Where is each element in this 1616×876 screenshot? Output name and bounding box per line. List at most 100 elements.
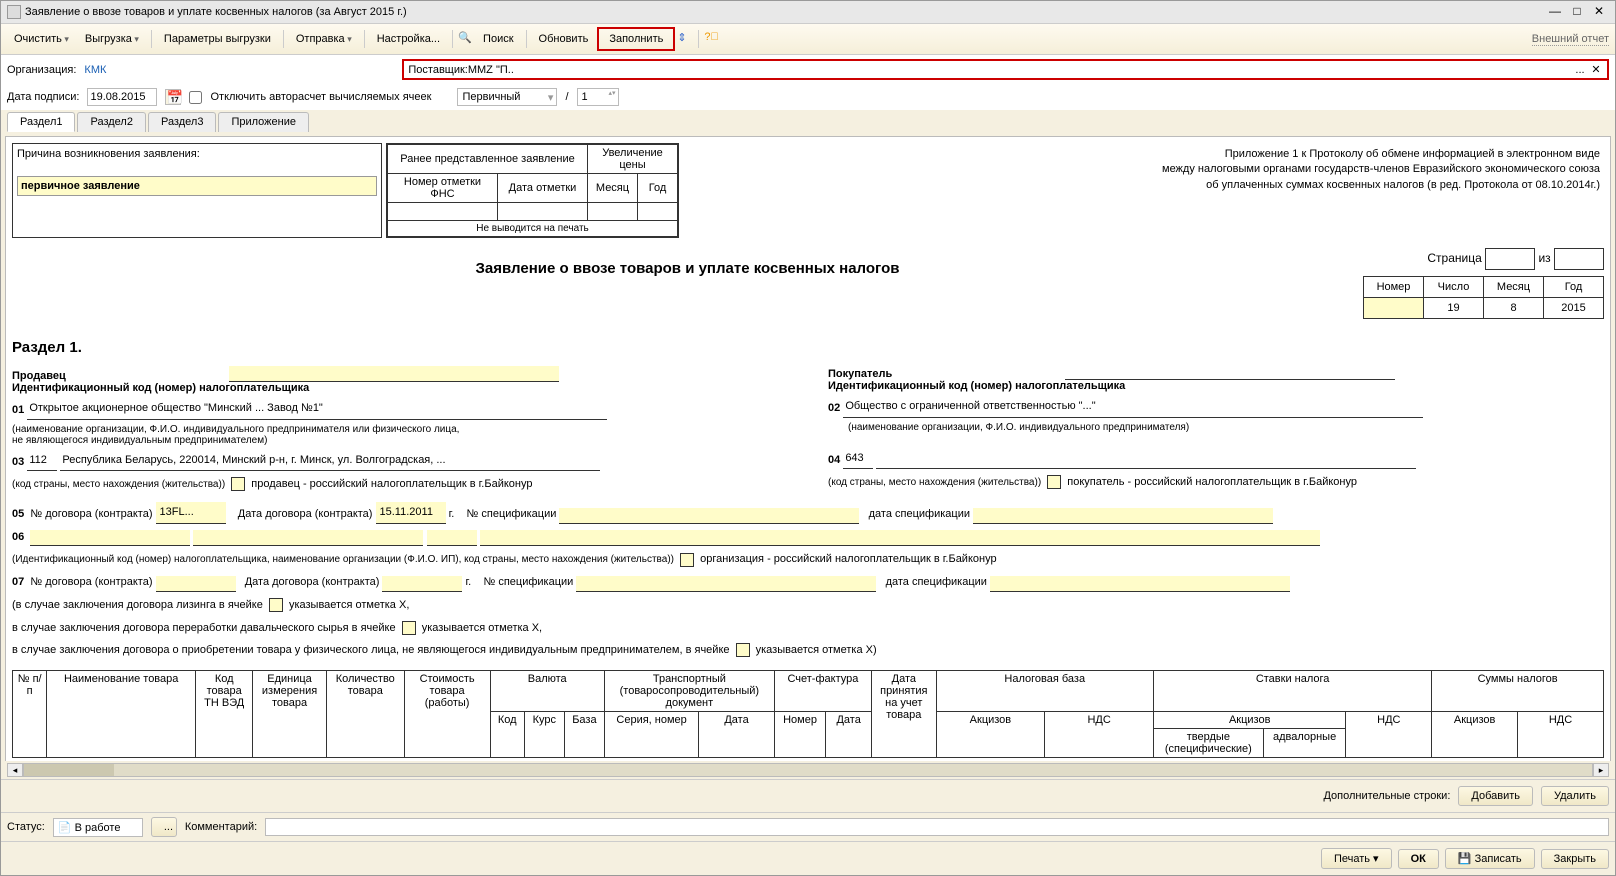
l03-addr[interactable]: Республика Беларусь, 220014, Минский р-н… — [60, 450, 600, 472]
scroll-right-button[interactable]: ▸ — [1593, 763, 1609, 777]
kind-select[interactable]: Первичный — [457, 88, 557, 106]
l07-spec-num[interactable] — [576, 576, 876, 592]
print-button[interactable]: Печать ▾ — [1321, 848, 1392, 869]
seller-id-field[interactable] — [229, 366, 559, 382]
year-cell[interactable] — [638, 203, 678, 221]
l07-contract-date[interactable] — [382, 576, 462, 592]
reason-box: Причина возникновения заявления: первичн… — [12, 143, 382, 238]
l07-contract-num[interactable] — [156, 576, 236, 592]
page-info: Страница из Номер Число Месяц Год 19 — [1363, 248, 1604, 319]
supplier-field-wrap: Поставщик: ... ✕ — [402, 59, 1609, 80]
help-icon[interactable]: ?⃝ — [704, 31, 720, 47]
num-cell[interactable] — [1364, 298, 1424, 319]
add-line-button[interactable]: Добавить — [1458, 786, 1533, 806]
supplier-lookup-button[interactable]: ... — [1571, 64, 1589, 76]
autocalc-checkbox[interactable] — [189, 91, 202, 104]
contract-date-field[interactable]: 15.11.2011 — [376, 502, 446, 524]
contract-num-field[interactable]: 13FL... — [156, 502, 226, 524]
search-icon[interactable]: 🔍 — [458, 31, 474, 47]
month-cell2[interactable]: 8 — [1484, 298, 1544, 319]
line01-field[interactable]: Открытое акционерное общество "Минский .… — [27, 398, 607, 420]
num-stepper[interactable]: 1 — [577, 88, 619, 106]
autocalc-label: Отключить авторасчет вычисляемых ячеек — [210, 91, 431, 103]
appendix-text: Приложение 1 к Протоколу об обмене инфор… — [683, 143, 1604, 238]
l07-spec-date[interactable] — [990, 576, 1290, 592]
previous-app-box: Ранее представленное заявление Увеличени… — [386, 143, 679, 238]
minimize-button[interactable]: — — [1545, 4, 1565, 20]
tab-appendix[interactable]: Приложение — [218, 112, 309, 132]
reason-value[interactable]: первичное заявление — [17, 176, 377, 196]
unload-params-button[interactable]: Параметры выгрузки — [157, 29, 278, 49]
buyer-id-field[interactable] — [1065, 366, 1395, 380]
sign-date-label: Дата подписи: — [7, 91, 79, 103]
sign-date-input[interactable] — [87, 88, 157, 106]
separator — [151, 30, 152, 48]
fill-button[interactable]: Заполнить — [597, 27, 675, 51]
l04-addr[interactable] — [876, 455, 1416, 469]
mark-date-cell[interactable] — [498, 203, 588, 221]
extra-lines-label: Дополнительные строки: — [1323, 790, 1450, 802]
external-report-link[interactable]: Внешний отчет — [1532, 33, 1609, 46]
l06-f1[interactable] — [30, 530, 190, 546]
buyer-baikonur-checkbox[interactable] — [1047, 475, 1061, 489]
window-title: Заявление о ввозе товаров и уплате косве… — [25, 6, 1545, 18]
calendar-button[interactable]: 📅 — [165, 89, 181, 105]
org-value: КМК — [84, 64, 106, 76]
processing-checkbox[interactable] — [402, 621, 416, 635]
settings-button[interactable]: Настройка... — [370, 29, 447, 49]
l06-f2[interactable] — [193, 530, 423, 546]
tabs: Раздел1 Раздел2 Раздел3 Приложение — [1, 110, 1615, 132]
fns-cell[interactable] — [388, 203, 498, 221]
tab-section3[interactable]: Раздел3 — [148, 112, 216, 132]
section1-header: Раздел 1. — [12, 339, 1604, 356]
search-button[interactable]: Поиск — [476, 29, 520, 49]
prev-title: Ранее представленное заявление — [388, 145, 588, 174]
save-button[interactable]: 💾 Записать — [1445, 848, 1535, 869]
toolbar: Очистить Выгрузка Параметры выгрузки Отп… — [1, 24, 1615, 55]
org-label: Организация: — [7, 64, 76, 76]
delete-line-button[interactable]: Удалить — [1541, 786, 1609, 806]
refresh-button[interactable]: Обновить — [532, 29, 596, 49]
ok-button[interactable]: ОК — [1398, 849, 1439, 869]
line02-field[interactable]: Общество с ограниченной ответственностью… — [843, 396, 1423, 418]
tab-section2[interactable]: Раздел2 — [77, 112, 145, 132]
scroll-thumb[interactable] — [24, 764, 114, 776]
buyer-idcode-label: Идентификационный код (номер) налогоплат… — [828, 380, 1604, 392]
expand-icon[interactable]: ⇕ — [677, 31, 693, 47]
maximize-button[interactable]: □ — [1567, 4, 1587, 20]
scroll-left-button[interactable]: ◂ — [7, 763, 23, 777]
l03-code[interactable]: 112 — [27, 450, 57, 472]
l06-f3[interactable] — [427, 530, 477, 546]
unload-button[interactable]: Выгрузка — [78, 29, 146, 49]
separator — [526, 30, 527, 48]
page-current[interactable] — [1485, 248, 1535, 270]
close-button[interactable]: ✕ — [1589, 4, 1609, 20]
l04-code[interactable]: 643 — [843, 448, 873, 470]
status-select[interactable]: 📄 В работе — [53, 818, 143, 837]
org-baikonur-checkbox[interactable] — [680, 553, 694, 567]
supplier-clear-button[interactable]: ✕ — [1589, 63, 1603, 76]
month-cell[interactable] — [588, 203, 638, 221]
clear-button[interactable]: Очистить — [7, 29, 76, 49]
spec-date-field[interactable] — [973, 508, 1273, 524]
comment-label: Комментарий: — [185, 821, 257, 833]
year-cell2[interactable]: 2015 — [1544, 298, 1604, 319]
seller-baikonur-checkbox[interactable] — [231, 477, 245, 491]
status-lookup-button[interactable]: ... — [151, 817, 177, 837]
send-button[interactable]: Отправка — [289, 29, 359, 49]
separator — [698, 30, 699, 48]
spec-num-field[interactable] — [559, 508, 859, 524]
buyer-label: Покупатель — [828, 368, 892, 380]
individual-checkbox[interactable] — [736, 643, 750, 657]
l06-f4[interactable] — [480, 530, 1320, 546]
close-window-button[interactable]: Закрыть — [1541, 849, 1609, 869]
slash-label: / — [565, 91, 568, 103]
supplier-input[interactable] — [468, 64, 1571, 76]
day-cell[interactable]: 19 — [1424, 298, 1484, 319]
page-total[interactable] — [1554, 248, 1604, 270]
comment-input[interactable] — [265, 818, 1609, 836]
scroll-track[interactable] — [23, 763, 1593, 777]
leasing-checkbox[interactable] — [269, 598, 283, 612]
document-area: Причина возникновения заявления: первичн… — [1, 132, 1615, 761]
tab-section1[interactable]: Раздел1 — [7, 112, 75, 132]
